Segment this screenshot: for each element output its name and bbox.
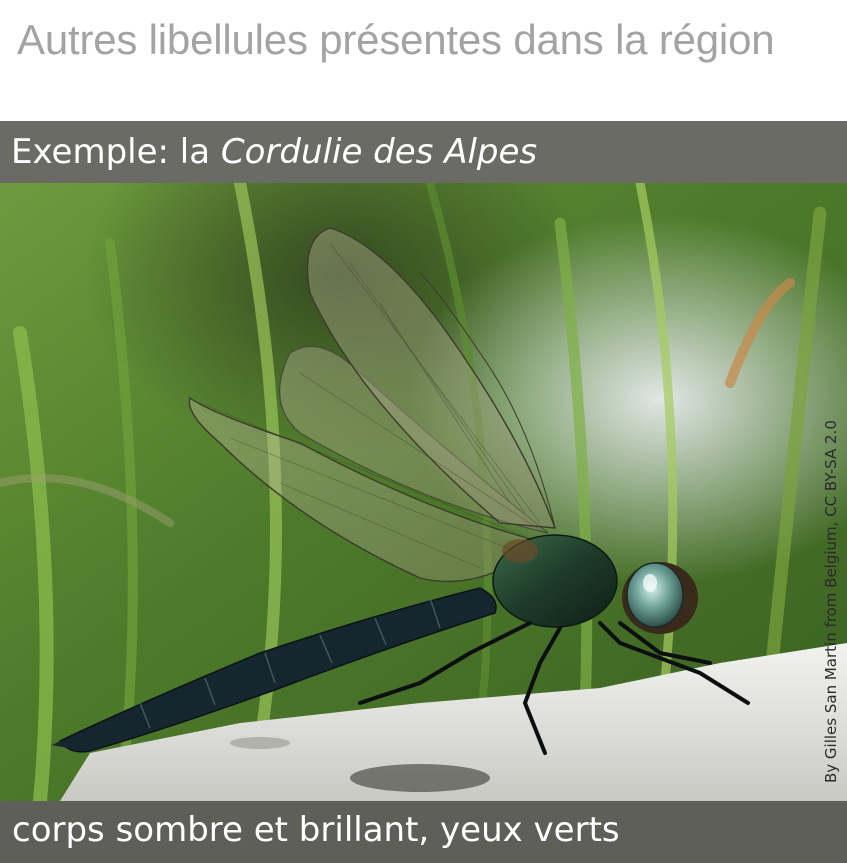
species-name: Cordulie des Alpes — [220, 132, 538, 172]
page-title: Autres libellules présentes dans la régi… — [17, 16, 775, 63]
photo-credit: By Gilles San Martin from Belgium, CC BY… — [822, 420, 840, 783]
example-banner: Exemple: la Cordulie des Alpes — [0, 121, 847, 183]
dragonfly-photo — [0, 183, 847, 801]
example-prefix: Exemple: la — [11, 132, 221, 172]
caption: corps sombre et brillant, yeux verts — [0, 801, 847, 863]
